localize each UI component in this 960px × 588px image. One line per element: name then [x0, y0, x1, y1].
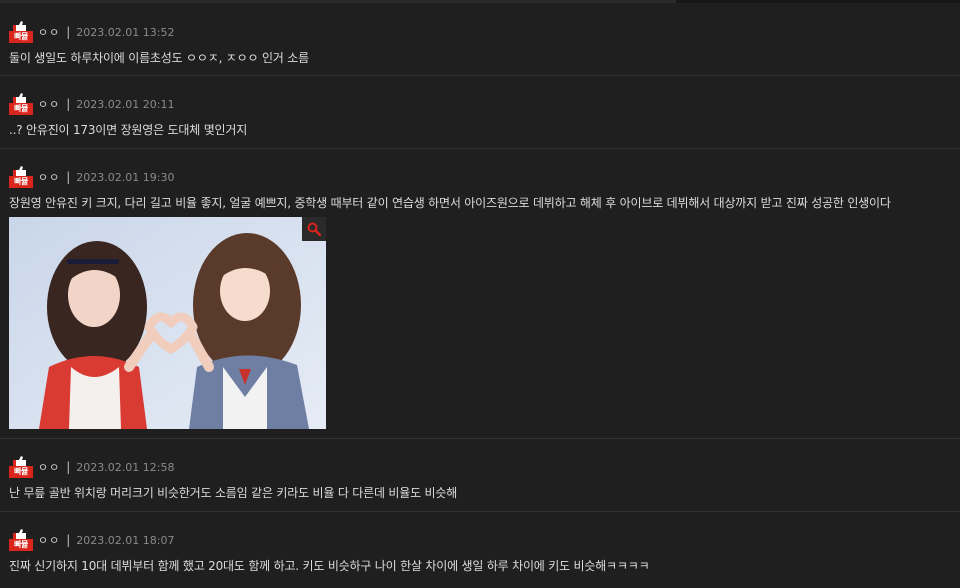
badge-label: 빠뮬: [9, 31, 33, 43]
zoom-button[interactable]: [302, 217, 326, 241]
nickname[interactable]: ㅇㅇ: [38, 169, 60, 185]
user-badge: 빠뮬: [9, 21, 33, 43]
comment-text: 진짜 신기하지 10대 데뷔부터 함께 했고 20대도 함께 하고. 키도 비슷…: [9, 559, 650, 573]
comment-item: 빠뮬 ㅇㅇ | 2023.02.01 18:07 진짜 신기하지 10대 데뷔부…: [0, 512, 960, 588]
user-badge: 빠뮬: [9, 166, 33, 188]
nickname[interactable]: ㅇㅇ: [38, 96, 60, 112]
comment-meta: 빠뮬 ㅇㅇ | 2023.02.01 13:52: [9, 21, 174, 43]
comment-item: 빠뮬 ㅇㅇ | 2023.02.01 13:52 둘이 생일도 하루차이에 이름…: [0, 15, 960, 76]
comment-meta: 빠뮬 ㅇㅇ | 2023.02.01 12:58: [9, 456, 174, 478]
user-badge: 빠뮬: [9, 529, 33, 551]
comment-text: ..? 안유진이 173이면 장원영은 도대체 몇인거지: [9, 123, 248, 137]
meta-separator: |: [66, 170, 71, 184]
nickname[interactable]: ㅇㅇ: [38, 24, 60, 40]
user-badge: 빠뮬: [9, 456, 33, 478]
badge-label: 빠뮬: [9, 466, 33, 478]
comment-date: 2023.02.01 20:11: [76, 97, 175, 111]
badge-label: 빠뮬: [9, 103, 33, 115]
comment-item: 빠뮬 ㅇㅇ | 2023.02.01 12:58 난 무릎 골반 위치랑 머리크…: [0, 439, 960, 512]
comment-meta: 빠뮬 ㅇㅇ | 2023.02.01 20:11: [9, 93, 174, 115]
top-bar-accent: [676, 0, 960, 3]
comment-meta: 빠뮬 ㅇㅇ | 2023.02.01 19:30: [9, 166, 174, 188]
comment-date: 2023.02.01 18:07: [76, 533, 175, 547]
comment-text: 난 무릎 골반 위치랑 머리크기 비슷한거도 소름임 같은 키라도 비율 다 다…: [9, 486, 458, 500]
user-badge: 빠뮬: [9, 93, 33, 115]
search-icon: [307, 222, 321, 236]
comment-photo[interactable]: [9, 217, 326, 429]
nickname[interactable]: ㅇㅇ: [38, 532, 60, 548]
badge-label: 빠뮬: [9, 539, 33, 551]
nickname[interactable]: ㅇㅇ: [38, 459, 60, 475]
top-bar: [0, 0, 960, 3]
comment-meta: 빠뮬 ㅇㅇ | 2023.02.01 18:07: [9, 529, 174, 551]
comment-text: 둘이 생일도 하루차이에 이름초성도 ㅇㅇㅈ, ㅈㅇㅇ 인거 소름: [9, 51, 309, 65]
meta-separator: |: [66, 533, 71, 547]
comment-item: 빠뮬 ㅇㅇ | 2023.02.01 20:11 ..? 안유진이 173이면 …: [0, 76, 960, 149]
meta-separator: |: [66, 25, 71, 39]
photo-illustration: [9, 217, 326, 429]
comment-date: 2023.02.01 12:58: [76, 460, 175, 474]
badge-label: 빠뮬: [9, 176, 33, 188]
comment-text: 장원영 안유진 키 크지, 다리 길고 비율 좋지, 얼굴 예쁘지, 중학생 때…: [9, 196, 891, 210]
meta-separator: |: [66, 460, 71, 474]
comment-date: 2023.02.01 13:52: [76, 25, 175, 39]
meta-separator: |: [66, 97, 71, 111]
comment-date: 2023.02.01 19:30: [76, 170, 175, 184]
